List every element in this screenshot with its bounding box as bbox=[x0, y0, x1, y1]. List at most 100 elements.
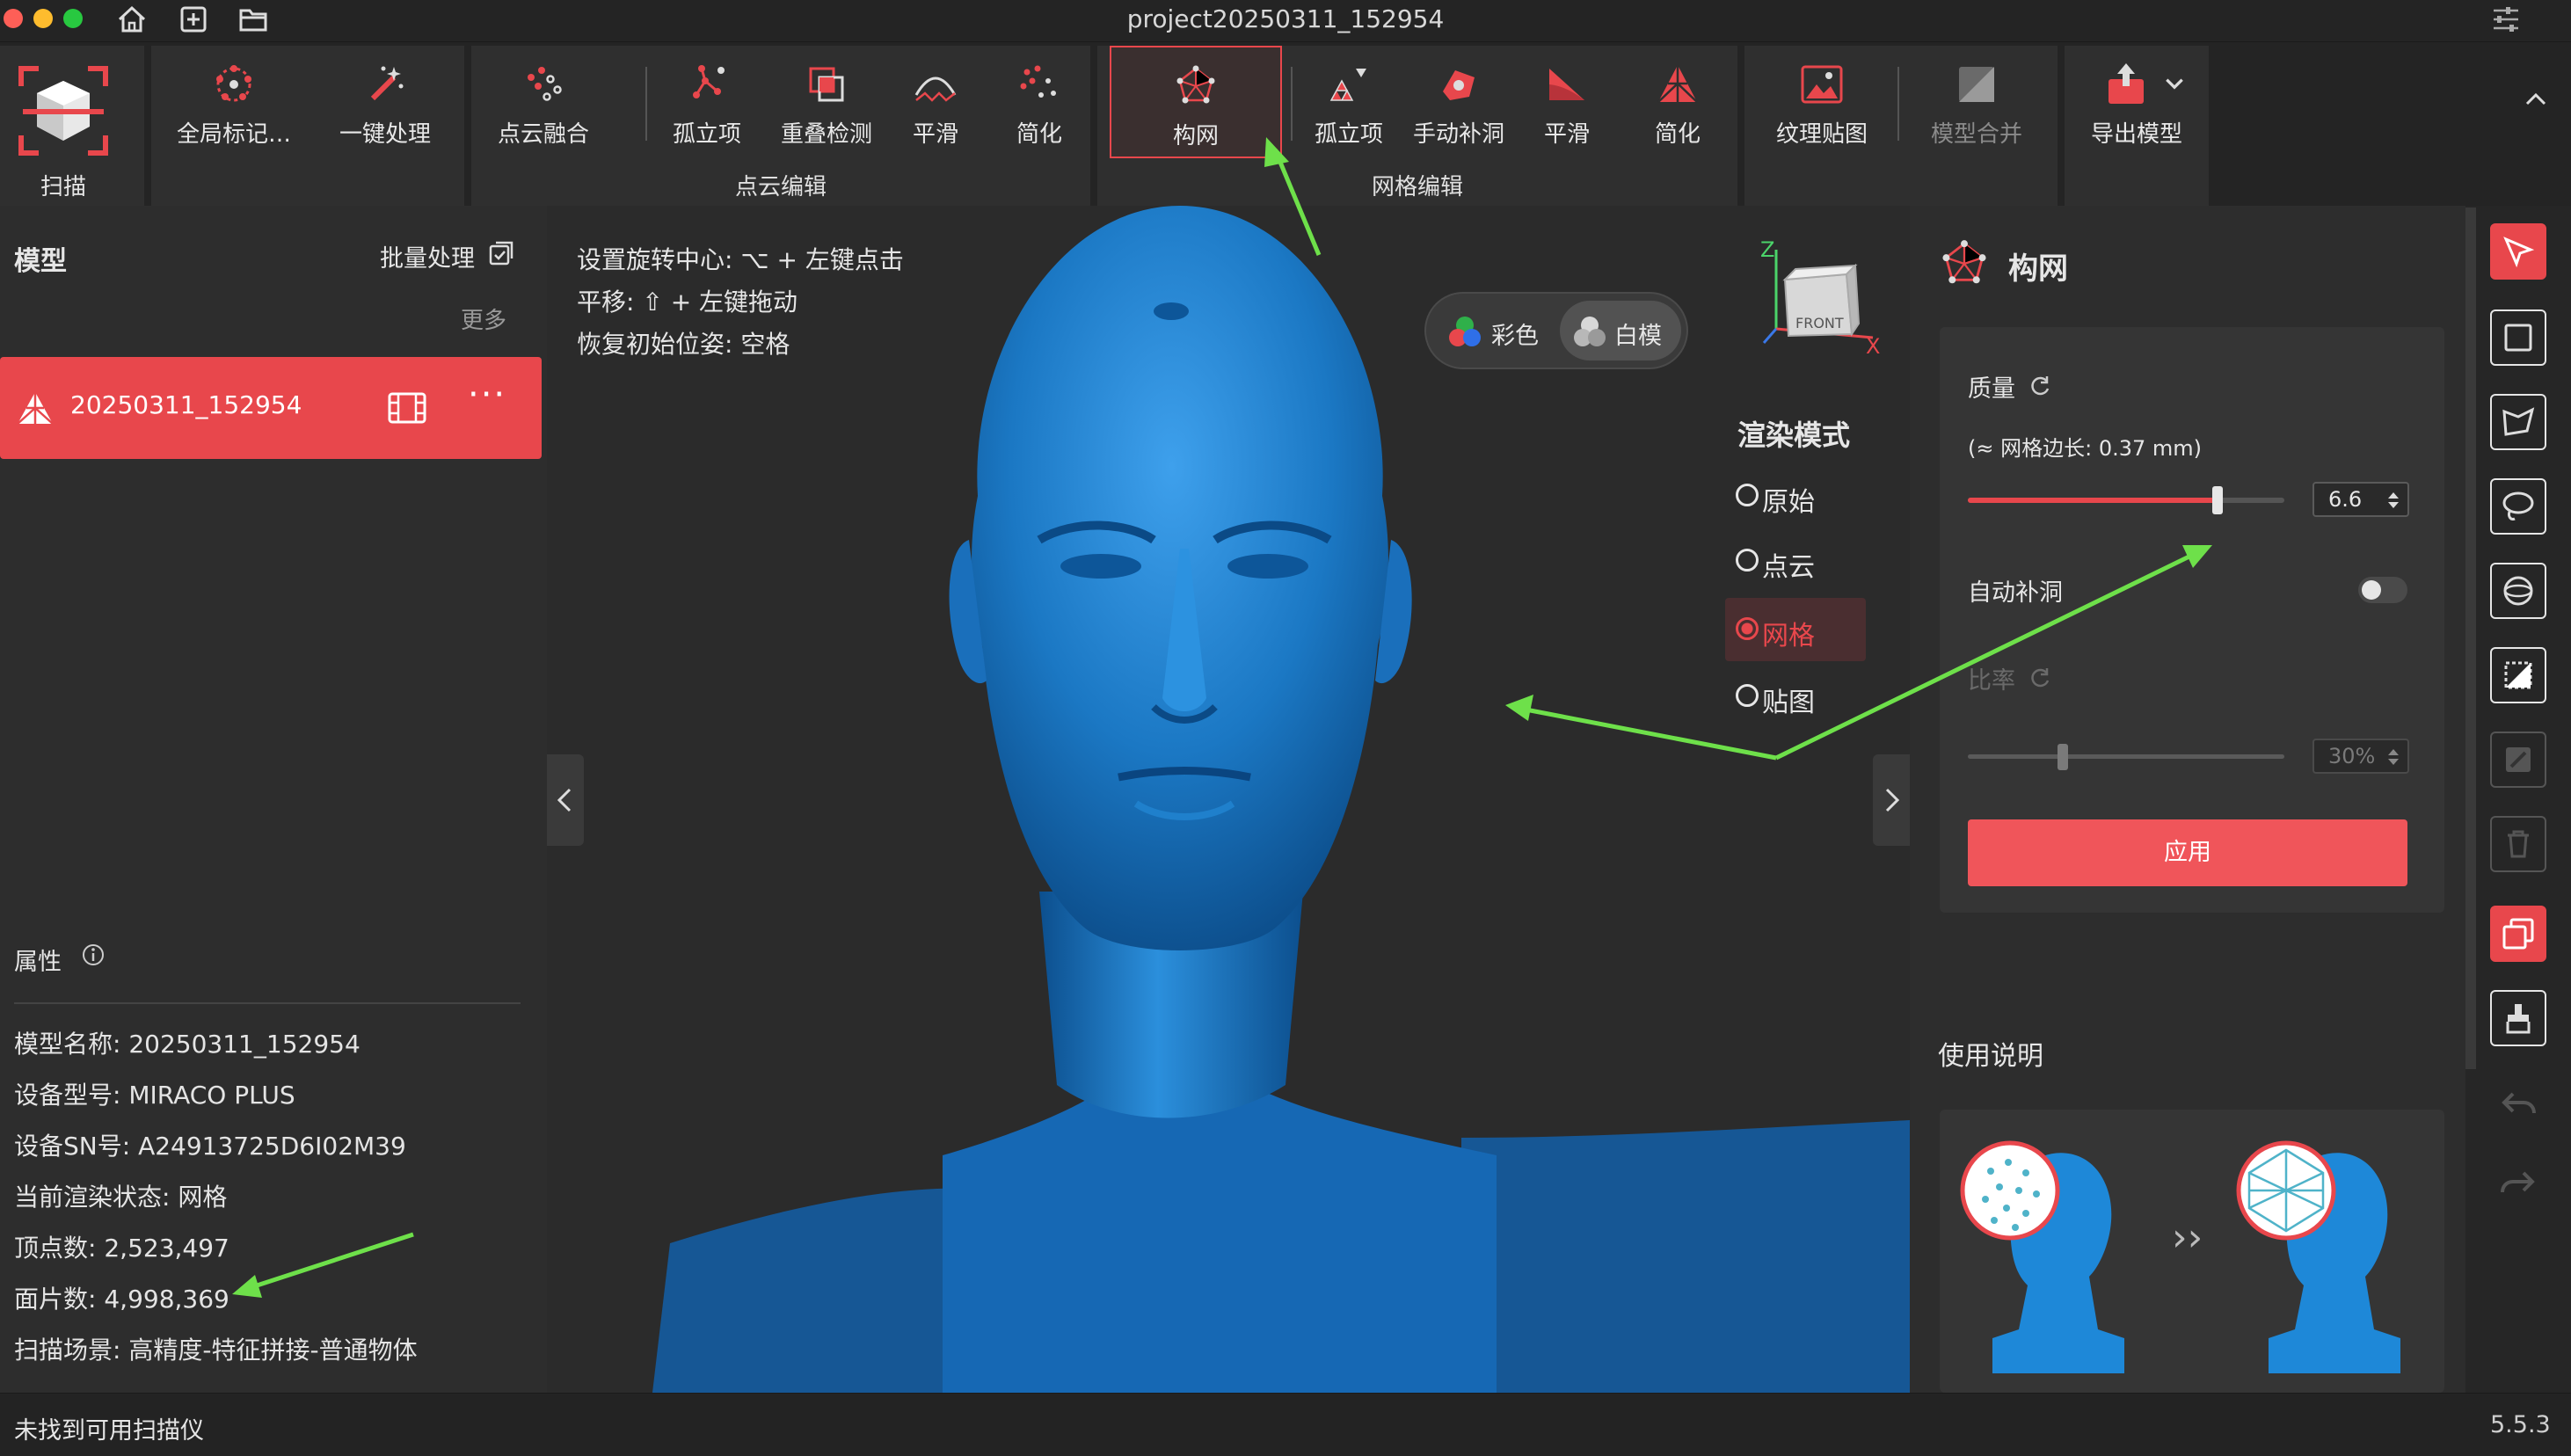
copy-selection-icon bbox=[2502, 918, 2534, 950]
model-list-item[interactable]: 20250311_152954 ··· bbox=[0, 357, 542, 459]
ratio-label: 比率 bbox=[1968, 667, 2015, 695]
scan-button[interactable]: 扫描 bbox=[0, 46, 144, 202]
lasso-select-button[interactable] bbox=[2490, 478, 2546, 535]
brush-icon bbox=[2506, 1004, 2531, 1034]
hint-reset-pose: 恢复初始位姿: 空格 bbox=[577, 330, 790, 359]
overlap-detect-button[interactable]: 重叠检测 bbox=[765, 46, 888, 158]
redo-icon[interactable] bbox=[2497, 1164, 2539, 1206]
delete-button[interactable] bbox=[2490, 816, 2546, 872]
ratio-slider[interactable] bbox=[1968, 744, 2284, 770]
color-option[interactable]: 彩色 bbox=[1433, 301, 1560, 360]
mesh-simplify-button[interactable]: 简化 bbox=[1632, 46, 1723, 158]
ratio-slider-handle[interactable] bbox=[2058, 744, 2068, 770]
mesh-build-label: 构网 bbox=[1172, 123, 1219, 149]
panel-scrollbar[interactable] bbox=[2465, 207, 2476, 1069]
prop-value: 20250311_152954 bbox=[128, 1030, 361, 1059]
overlap-detect-icon bbox=[809, 67, 844, 102]
texture-map-button[interactable]: 纹理贴图 bbox=[1752, 46, 1892, 158]
pc-smooth-button[interactable]: 平滑 bbox=[890, 46, 981, 158]
mesh-smooth-button[interactable]: 平滑 bbox=[1521, 46, 1613, 158]
render-mode-texture[interactable]: 贴图 bbox=[1725, 670, 1866, 723]
invert-selection-button[interactable] bbox=[2490, 732, 2546, 788]
global-mark-button[interactable]: 全局标记… bbox=[164, 46, 304, 158]
scan-group: 扫描 bbox=[0, 46, 144, 206]
color-mode-toggle[interactable]: 彩色 白模 bbox=[1424, 292, 1688, 369]
settings-sliders-icon[interactable] bbox=[2488, 2, 2524, 37]
white-model-option[interactable]: 白模 bbox=[1560, 301, 1681, 360]
prop-scan-scene: 扫描场景: 高精度-特征拼接-普通物体 bbox=[14, 1336, 418, 1365]
render-mode-mesh[interactable]: 网格 bbox=[1725, 598, 1866, 661]
pc-fusion-button[interactable]: 点云融合 bbox=[482, 46, 605, 158]
merge-model-button[interactable]: 模型合并 bbox=[1906, 46, 2047, 158]
edge-length-note: (≈ 网格边长: 0.37 mm) bbox=[1968, 436, 2203, 461]
pc-simplify-label: 简化 bbox=[1016, 121, 1062, 148]
batch-select-icon[interactable] bbox=[487, 239, 515, 267]
merge-model-icon bbox=[1959, 67, 1994, 102]
window-title: project20250311_152954 bbox=[1126, 4, 1445, 33]
mesh-isolated-button[interactable]: 孤立项 bbox=[1296, 46, 1402, 158]
quality-slider-handle[interactable] bbox=[2212, 486, 2224, 514]
info-icon[interactable] bbox=[81, 943, 106, 967]
reset-icon[interactable] bbox=[2028, 665, 2052, 689]
rect-select-button[interactable] bbox=[2490, 309, 2546, 366]
texture-map-label: 纹理贴图 bbox=[1775, 121, 1868, 148]
more-link[interactable]: 更多 bbox=[461, 302, 506, 335]
toggle-knob bbox=[2362, 580, 2381, 600]
undo-icon[interactable] bbox=[2497, 1085, 2539, 1127]
mesh-settings-card: 质量 (≈ 网格边长: 0.37 mm) 6.6 自动补洞 比率 30% 应用 bbox=[1940, 327, 2444, 913]
pc-simplify-button[interactable]: 简化 bbox=[994, 46, 1085, 158]
merge-model-label: 模型合并 bbox=[1930, 121, 2022, 148]
polygon-select-button[interactable] bbox=[2490, 394, 2546, 450]
mesh-build-icon bbox=[1176, 65, 1215, 104]
mesh-isolated-icon bbox=[1329, 69, 1366, 101]
pc-fusion-label: 点云融合 bbox=[497, 121, 589, 148]
stepper-arrows-icon[interactable] bbox=[2386, 747, 2400, 767]
select-tool-button[interactable] bbox=[2490, 223, 2546, 280]
collapse-left-panel-button[interactable] bbox=[547, 754, 584, 846]
plane-cut-button[interactable] bbox=[2490, 647, 2546, 703]
one-click-process-button[interactable]: 一键处理 bbox=[324, 46, 447, 158]
quality-number-input[interactable]: 6.6 bbox=[2312, 482, 2409, 517]
prop-value: A24913725D6I02M39 bbox=[138, 1132, 406, 1161]
batch-process-label[interactable]: 批量处理 bbox=[380, 239, 475, 273]
head-model-render[interactable] bbox=[547, 206, 1910, 1393]
clean-brush-button[interactable] bbox=[2490, 990, 2546, 1046]
3d-viewport[interactable]: 设置旋转中心: ⌥ + 左键点击 平移: ⇧ + 左键拖动 恢复初始位姿: 空格… bbox=[547, 206, 1910, 1393]
stepper-arrows-icon[interactable] bbox=[2386, 491, 2400, 510]
collapse-right-panel-button[interactable] bbox=[1873, 754, 1910, 846]
cursor-arrow-icon bbox=[2503, 237, 2535, 268]
apply-button[interactable]: 应用 bbox=[1968, 819, 2407, 886]
film-strip-icon[interactable] bbox=[387, 390, 427, 426]
more-options-icon[interactable]: ··· bbox=[468, 375, 506, 415]
pc-isolated-button[interactable]: 孤立项 bbox=[654, 46, 760, 158]
mesh-smooth-icon bbox=[1549, 69, 1584, 100]
ratio-number-input[interactable]: 30% bbox=[2312, 739, 2409, 774]
reset-icon[interactable] bbox=[2028, 373, 2052, 397]
mesh-build-button[interactable]: 构网 bbox=[1110, 46, 1282, 158]
auto-fill-label: 自动补洞 bbox=[1968, 579, 2063, 607]
prop-key: 面片数 bbox=[14, 1285, 89, 1314]
scan-box-icon bbox=[18, 66, 108, 156]
export-group: 导出模型 bbox=[2065, 46, 2209, 206]
mesh-group-label: 网格编辑 bbox=[1371, 174, 1463, 200]
quality-slider[interactable] bbox=[1968, 486, 2284, 514]
selection-copy-button[interactable] bbox=[2490, 906, 2546, 962]
mesh-simplify-label: 简化 bbox=[1654, 121, 1701, 148]
sphere-icon bbox=[2503, 576, 2533, 606]
render-mode-label: 网格 bbox=[1762, 621, 1815, 652]
auto-fill-toggle[interactable] bbox=[2358, 577, 2407, 603]
render-mode-label: 贴图 bbox=[1762, 688, 1815, 718]
chevron-down-icon bbox=[2166, 78, 2183, 90]
manual-fill-button[interactable]: 手动补洞 bbox=[1402, 46, 1516, 158]
sphere-select-button[interactable] bbox=[2490, 563, 2546, 619]
render-mode-original[interactable]: 原始 bbox=[1725, 470, 1866, 522]
rectangle-icon bbox=[2504, 324, 2532, 352]
texture-group: 纹理贴图 模型合并 bbox=[1744, 46, 2058, 206]
color-label: 彩色 bbox=[1491, 323, 1539, 350]
export-model-button[interactable]: 导出模型 bbox=[2065, 46, 2209, 158]
collapse-toolbar-icon[interactable] bbox=[2522, 84, 2550, 113]
prop-key: 设备SN号 bbox=[14, 1132, 122, 1161]
isolated-points-icon bbox=[693, 65, 725, 98]
pc-smooth-label: 平滑 bbox=[912, 121, 958, 148]
render-mode-pointcloud[interactable]: 点云 bbox=[1725, 535, 1866, 587]
